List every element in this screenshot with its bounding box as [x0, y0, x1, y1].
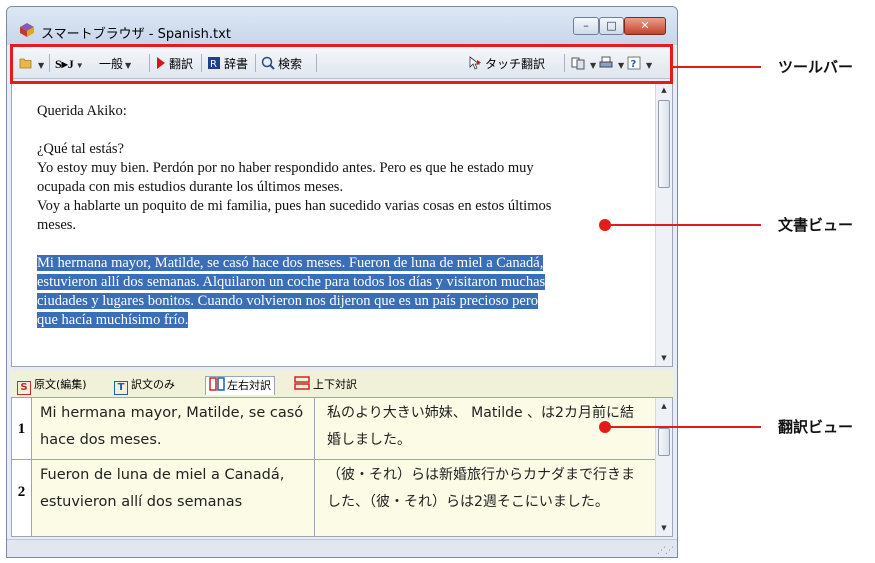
scroll-thumb[interactable]: [658, 428, 670, 456]
selected-line: ciudades y lugares bonitos. Cuando volvi…: [37, 293, 538, 309]
translation-row[interactable]: 2 Fueron de luna de miel a Canadá, estuv…: [12, 460, 657, 536]
doc-line: ¿Qué tal estás?: [37, 141, 124, 157]
side-by-side-icon: [209, 377, 225, 391]
view-tab-strip: S 原文(編集) T 訳文のみ 左右対訳 上下対訳: [11, 371, 673, 397]
svg-text:R: R: [210, 59, 217, 70]
tab-side-by-side[interactable]: 左右対訳: [205, 376, 275, 395]
print-button[interactable]: ▼: [599, 55, 624, 73]
document-text[interactable]: Querida Akiko: ¿Qué tal estás? Yo estoy …: [37, 102, 637, 330]
status-bar: ⋰⋰: [7, 539, 677, 557]
selected-line: estuvieron allí dos semanas. Alquilaron …: [37, 274, 546, 290]
help-icon: ?: [627, 56, 641, 70]
scroll-thumb[interactable]: [658, 100, 670, 188]
printer-icon: [599, 56, 613, 68]
maximize-button[interactable]: □: [599, 17, 624, 35]
translate-button[interactable]: 翻訳: [157, 55, 193, 73]
source-s-icon: S: [17, 381, 31, 395]
translation-scrollbar[interactable]: ▲ ▼: [655, 398, 672, 536]
selected-line: Mi hermana mayor, Matilde, se casó hace …: [37, 255, 544, 271]
tab-source-edit[interactable]: S 原文(編集): [17, 376, 87, 395]
window-title: スマートブラウザ - Spanish.txt: [41, 27, 231, 42]
title-bar[interactable]: スマートブラウザ - Spanish.txt – □ ✕: [7, 7, 677, 45]
translation-view[interactable]: 1 Mi hermana mayor, Matilde, se casó hac…: [11, 397, 673, 537]
layout-options-button[interactable]: ▼: [571, 55, 596, 73]
direction-dropdown[interactable]: S▸J ▼: [55, 55, 84, 73]
doc-line: Voy a hablarte un poquito de mi familia,…: [37, 198, 552, 214]
translation-view-callout-label: 翻訳ビュー: [778, 418, 854, 436]
touch-pointer-icon: [469, 56, 481, 70]
dictionary-icon: R: [208, 57, 220, 70]
translation-t-icon: T: [114, 381, 128, 395]
selected-line: que hacía muchísimo frío.: [37, 312, 189, 328]
tab-translation-only[interactable]: T 訳文のみ: [114, 376, 175, 395]
search-button[interactable]: 検索: [261, 55, 302, 73]
source-sentence[interactable]: Fueron de luna de miel a Canadá, estuvie…: [32, 460, 315, 536]
document-view-callout-label: 文書ビュー: [778, 216, 854, 234]
scroll-up-arrow-icon[interactable]: ▲: [656, 398, 672, 414]
folder-open-icon: [19, 58, 32, 69]
svg-text:?: ?: [631, 59, 637, 70]
scroll-up-arrow-icon[interactable]: ▲: [656, 82, 672, 98]
source-sentence[interactable]: Mi hermana mayor, Matilde, se casó hace …: [32, 398, 315, 459]
play-triangle-icon: [157, 57, 165, 69]
app-window: スマートブラウザ - Spanish.txt – □ ✕ ▼ S▸J ▼ 一般 ▼ …: [6, 6, 678, 558]
resize-grip-icon[interactable]: ⋰⋰: [657, 546, 674, 556]
target-sentence[interactable]: （彼・それ）らは新婚旅行からカナダまで行きました、（彼・それ）らは2週そこにいま…: [315, 460, 657, 536]
doc-line: Querida Akiko:: [37, 103, 127, 119]
close-button[interactable]: ✕: [624, 17, 666, 35]
magnifier-icon: [261, 56, 275, 70]
open-file-button[interactable]: ▼: [19, 55, 44, 73]
scroll-down-arrow-icon[interactable]: ▼: [656, 520, 672, 536]
help-button[interactable]: ? ▼: [627, 55, 652, 73]
translation-row[interactable]: 1 Mi hermana mayor, Matilde, se casó hac…: [12, 398, 657, 460]
row-number: 1: [12, 398, 32, 459]
layout-icon: [571, 57, 585, 70]
category-dropdown[interactable]: 一般 ▼: [99, 55, 131, 73]
dictionary-button[interactable]: R 辞書: [207, 55, 248, 73]
scroll-down-arrow-icon[interactable]: ▼: [656, 350, 672, 366]
toolbar: ▼ S▸J ▼ 一般 ▼ 翻訳 R 辞書 検索 タッチ翻訳 ▼ ▼ ? ▼: [11, 45, 673, 79]
doc-line: ocupada con mis estudios durante los últ…: [37, 179, 344, 195]
toolbar-callout-line: [673, 66, 761, 68]
doc-line: meses.: [37, 217, 77, 233]
document-view-callout-line: [605, 224, 761, 226]
app-icon: [20, 23, 34, 37]
document-view[interactable]: Querida Akiko: ¿Qué tal estás? Yo estoy …: [11, 81, 673, 367]
touch-translate-button[interactable]: タッチ翻訳: [468, 55, 545, 73]
translation-view-callout-line: [605, 426, 761, 428]
top-bottom-icon: [294, 376, 310, 390]
tab-top-bottom[interactable]: 上下対訳: [294, 376, 357, 395]
doc-line: Yo estoy muy bien. Perdón por no haber r…: [37, 160, 534, 176]
toolbar-callout-label: ツールバー: [778, 58, 854, 76]
row-number: 2: [12, 460, 32, 536]
minimize-button[interactable]: –: [573, 17, 599, 35]
